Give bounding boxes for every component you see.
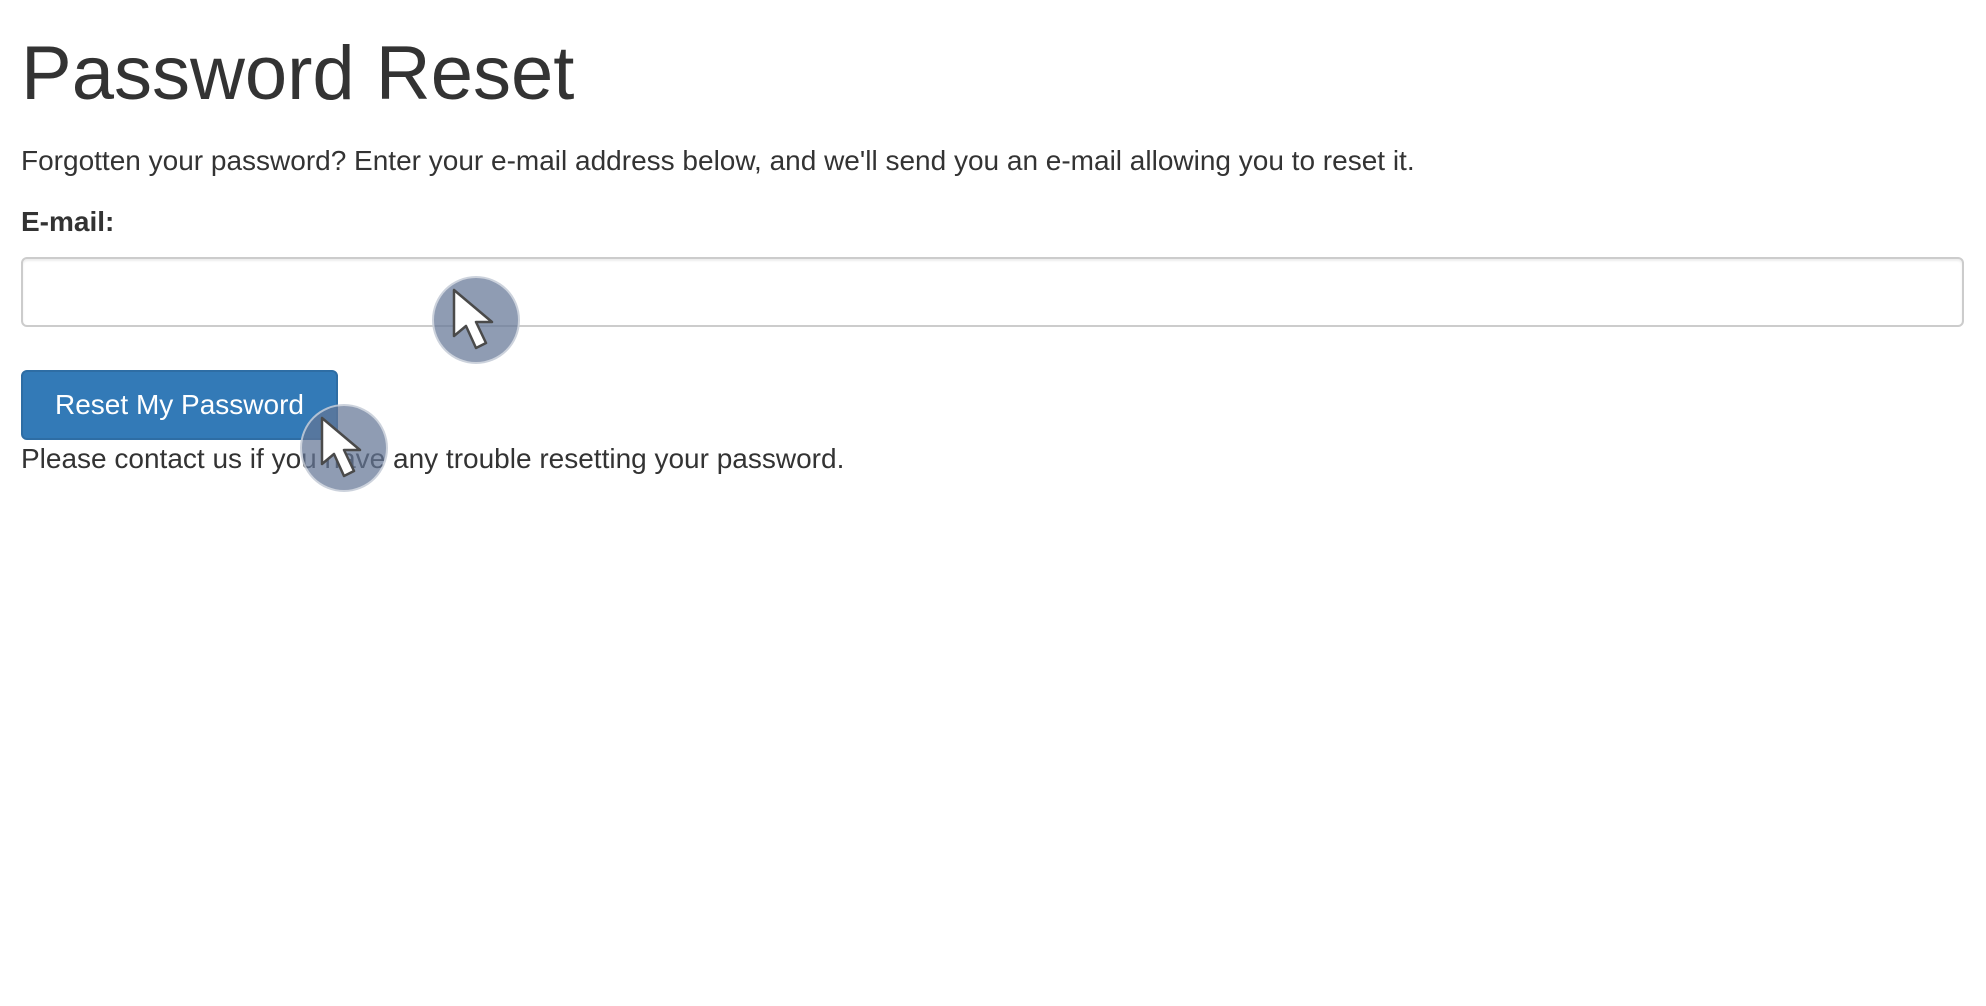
- password-reset-page: Password Reset Forgotten your password? …: [0, 0, 1986, 1006]
- intro-text: Forgotten your password? Enter your e-ma…: [21, 145, 1415, 176]
- email-label: E-mail:: [21, 206, 115, 237]
- page-title: Password Reset: [21, 31, 575, 116]
- reset-password-button[interactable]: Reset My Password: [21, 370, 338, 440]
- contact-note: Please contact us if you have any troubl…: [21, 443, 845, 474]
- email-input[interactable]: [21, 257, 1964, 327]
